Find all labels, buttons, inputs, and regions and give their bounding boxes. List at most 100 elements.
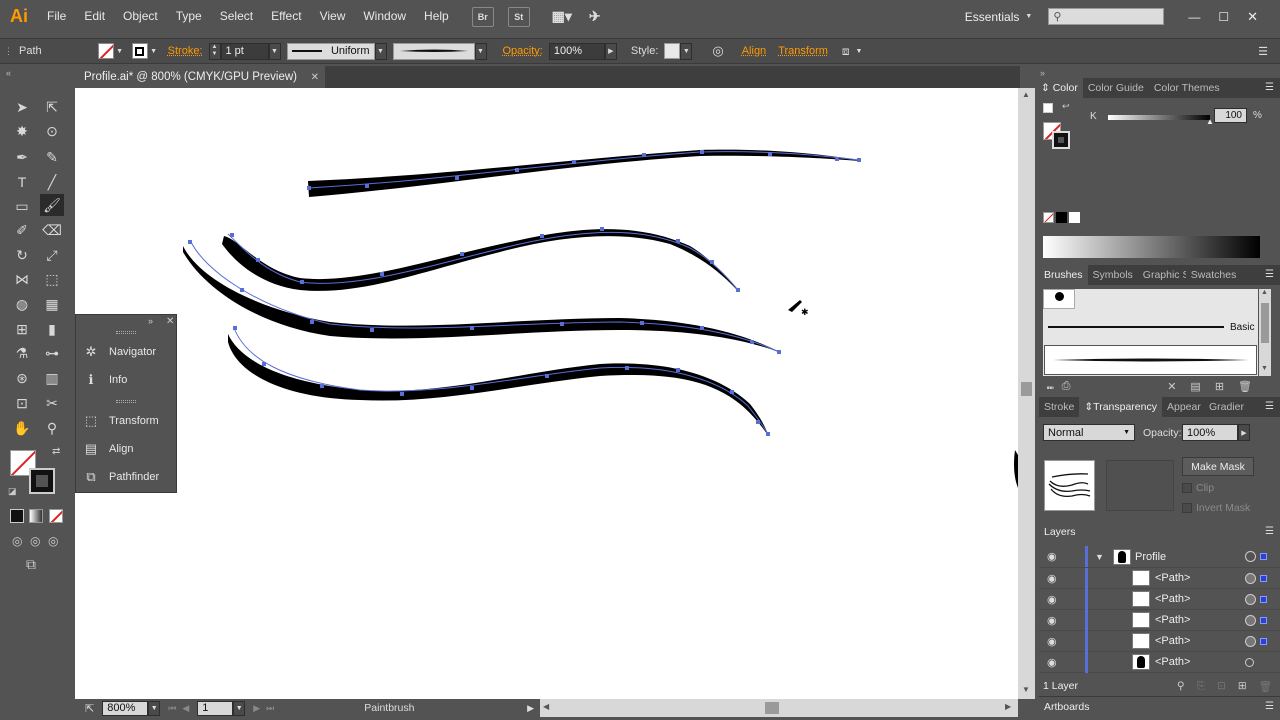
brush-definition-dropdown[interactable]: ▼: [474, 42, 487, 60]
tab-gradient[interactable]: Gradier: [1204, 397, 1246, 417]
draw-behind-icon[interactable]: ◎: [30, 534, 40, 548]
drag-grip[interactable]: [116, 400, 136, 403]
zoom-input[interactable]: 800%: [102, 700, 149, 716]
artboard-number-dropdown[interactable]: ▼: [233, 700, 246, 716]
scroll-down-icon[interactable]: ▼: [1022, 685, 1030, 694]
path-name[interactable]: <Path>: [1155, 635, 1190, 647]
gradient-tool-icon[interactable]: ▮: [40, 318, 64, 340]
layers-panel-menu-icon[interactable]: ☰: [1265, 526, 1274, 537]
shaper-tool-icon[interactable]: ✐: [10, 219, 34, 241]
isolate-object-icon[interactable]: ⧈: [842, 44, 850, 59]
horizontal-scroll-thumb[interactable]: [765, 702, 779, 714]
panel-info-button[interactable]: ℹ Info: [82, 369, 176, 391]
visibility-eye-icon[interactable]: ◉: [1047, 550, 1057, 563]
panel-pathfinder-button[interactable]: ⧉ Pathfinder: [82, 466, 176, 488]
delete-layer-icon[interactable]: 🗑: [1259, 680, 1272, 693]
align-link[interactable]: Align: [742, 45, 766, 57]
tab-swatches[interactable]: Swatches: [1186, 265, 1242, 285]
layer-row-path[interactable]: ◉ <Path>: [1039, 588, 1280, 610]
menu-file[interactable]: File: [38, 0, 75, 33]
stroke-color-box[interactable]: [29, 468, 55, 494]
tab-brushes[interactable]: Brushes: [1039, 265, 1088, 285]
target-circle-icon[interactable]: [1245, 593, 1256, 605]
direct-selection-tool-icon[interactable]: ⇱: [40, 96, 64, 118]
menu-effect[interactable]: Effect: [262, 0, 310, 33]
path-name[interactable]: <Path>: [1155, 614, 1190, 626]
variable-width-profile[interactable]: Uniform: [286, 42, 375, 60]
opacity-arrow[interactable]: ▶: [604, 42, 617, 60]
brush-stroke-second[interactable]: [222, 229, 739, 291]
brushes-scrollbar[interactable]: ▲ ▼: [1259, 289, 1271, 376]
stroke-dropdown[interactable]: ▼: [148, 43, 160, 60]
target-circle-icon[interactable]: [1245, 572, 1256, 584]
visibility-eye-icon[interactable]: ◉: [1047, 635, 1057, 648]
selection-indicator[interactable]: [1260, 637, 1267, 645]
default-fill-stroke-icon[interactable]: ◪: [8, 486, 17, 497]
slice-tool-icon[interactable]: ✂: [40, 392, 64, 414]
gradient-mode-button[interactable]: [29, 509, 43, 523]
perspective-grid-tool-icon[interactable]: ▦: [40, 293, 64, 315]
first-artboard-icon[interactable]: ⏮: [168, 703, 176, 714]
layer-row-path[interactable]: ◉ <Path>: [1039, 567, 1280, 589]
menu-type[interactable]: Type: [167, 0, 211, 33]
panel-transform-button[interactable]: ⬚ Transform: [82, 410, 176, 432]
selection-indicator[interactable]: [1260, 616, 1267, 624]
vertical-scroll-thumb[interactable]: [1021, 382, 1032, 396]
color-panel-stroke-swatch[interactable]: [1052, 131, 1070, 149]
tab-graphic-styles[interactable]: Graphic S: [1138, 265, 1186, 285]
selected-art-brush-row[interactable]: [1044, 345, 1257, 375]
menu-edit[interactable]: Edit: [75, 0, 114, 33]
chevron-down-icon[interactable]: ▼: [1025, 13, 1032, 20]
rectangle-tool-icon[interactable]: ▭: [10, 195, 34, 217]
grip-icon[interactable]: ⋮: [4, 46, 13, 57]
mesh-tool-icon[interactable]: ⊞: [10, 318, 34, 340]
status-menu-arrow[interactable]: ▶: [527, 703, 534, 714]
eraser-tool-icon[interactable]: ⌫: [40, 219, 64, 241]
opacity-slider-arrow[interactable]: ▶: [1238, 424, 1250, 441]
none-mode-button[interactable]: [49, 509, 63, 523]
fill-swatch[interactable]: [97, 43, 114, 59]
tab-layers[interactable]: Layers: [1039, 522, 1081, 542]
visibility-eye-icon[interactable]: ◉: [1047, 614, 1057, 627]
layer-name[interactable]: Profile: [1135, 551, 1166, 563]
selection-indicator[interactable]: [1260, 574, 1267, 582]
target-circle-icon[interactable]: [1245, 635, 1256, 647]
selection-tool-icon[interactable]: ➤: [10, 96, 34, 118]
paintbrush-tool-icon[interactable]: 🖌: [40, 194, 64, 216]
visibility-eye-icon[interactable]: ◉: [1047, 593, 1057, 606]
scroll-up-icon[interactable]: ▲: [1022, 90, 1030, 99]
tab-color-themes[interactable]: Color Themes: [1149, 78, 1225, 98]
type-tool-icon[interactable]: T: [10, 171, 34, 193]
menu-view[interactable]: View: [311, 0, 355, 33]
vertical-scrollbar[interactable]: ▲ ▼: [1018, 88, 1035, 699]
remove-brush-stroke-icon[interactable]: ✕: [1167, 380, 1176, 393]
artboard-navigation-icon[interactable]: ⇱: [85, 702, 94, 715]
tab-stroke[interactable]: Stroke: [1039, 397, 1079, 417]
new-sublayer-icon[interactable]: ⊡: [1217, 680, 1226, 692]
stock-button[interactable]: St: [507, 6, 530, 27]
draw-normal-icon[interactable]: ◎: [12, 534, 22, 548]
line-segment-tool-icon[interactable]: ╱: [40, 171, 64, 193]
stroke-label-link[interactable]: Stroke:: [168, 45, 203, 57]
path-name[interactable]: <Path>: [1155, 656, 1190, 668]
selection-indicator[interactable]: [1260, 595, 1267, 603]
workspace-switcher[interactable]: Essentials: [965, 10, 1020, 24]
help-search-input[interactable]: ⚲: [1048, 8, 1165, 25]
new-layer-icon[interactable]: ⊞: [1238, 680, 1247, 692]
blend-tool-icon[interactable]: ⊶: [40, 342, 64, 364]
bridge-button[interactable]: Br: [471, 6, 494, 27]
graphic-style-dropdown[interactable]: ▼: [680, 42, 693, 60]
minimize-button[interactable]: —: [1188, 10, 1200, 24]
curvature-tool-icon[interactable]: ✎: [40, 146, 64, 168]
menu-object[interactable]: Object: [114, 0, 167, 33]
artboard-number-input[interactable]: 1: [197, 700, 234, 716]
document-tab[interactable]: Profile.ai* @ 800% (CMYK/GPU Preview) ✕: [75, 66, 325, 88]
graphic-style-swatch[interactable]: [664, 43, 681, 59]
artboard-tool-icon[interactable]: ⊡: [10, 392, 34, 414]
width-tool-icon[interactable]: ⋈: [10, 268, 34, 290]
transparency-panel-menu-icon[interactable]: ☰: [1265, 401, 1274, 412]
libraries-panel-icon[interactable]: ⎙: [1062, 380, 1071, 393]
k-channel-slider[interactable]: [1108, 115, 1210, 120]
draw-inside-icon[interactable]: ◎: [48, 534, 58, 548]
visibility-eye-icon[interactable]: ◉: [1047, 656, 1057, 669]
